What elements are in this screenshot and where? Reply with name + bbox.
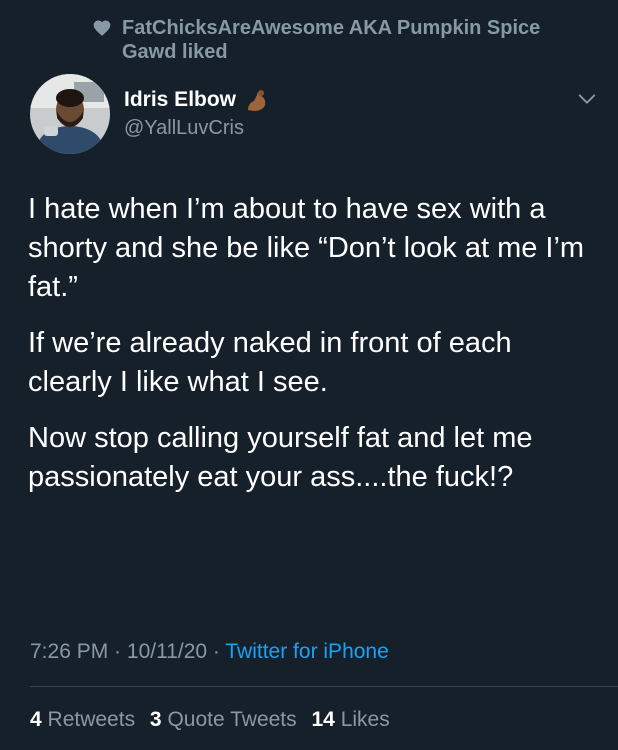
author-handle[interactable]: @YallLuvCris <box>124 116 244 140</box>
flexed-biceps-icon <box>248 90 266 111</box>
retweets-stat[interactable]: 4 Retweets <box>30 708 135 731</box>
meta-separator: · <box>108 640 127 663</box>
likes-count: 14 <box>311 708 335 731</box>
likes-stat[interactable]: 14 Likes <box>312 708 390 731</box>
tweet-meta: 7:26 PM · 10/11/20 · Twitter for iPhone <box>30 639 389 665</box>
retweets-label: Retweets <box>47 708 136 731</box>
retweets-count: 4 <box>30 708 42 731</box>
tweet-author: Idris Elbow @YallLuvCris <box>30 74 600 154</box>
quote-tweets-label: Quote Tweets <box>167 708 297 731</box>
chevron-down-icon[interactable] <box>576 88 598 110</box>
heart-icon <box>93 20 111 36</box>
social-context[interactable]: FatChicksAreAwesome AKA Pumpkin Spice Ga… <box>92 16 592 64</box>
tweet-text: I hate when I’m about to have sex with a… <box>28 190 600 514</box>
meta-separator: · <box>207 640 226 663</box>
author-name[interactable]: Idris Elbow <box>124 86 270 114</box>
tweet-paragraph: Now stop calling yourself fat and let me… <box>28 422 533 493</box>
tweet-paragraph: If we’re already naked in front of each … <box>28 327 512 398</box>
avatar-image <box>30 74 110 154</box>
author-display-name: Idris Elbow <box>124 88 237 111</box>
tweet-stats: 4 Retweets 3 Quote Tweets 14 Likes <box>30 707 399 733</box>
avatar[interactable] <box>30 74 110 154</box>
quote-tweets-count: 3 <box>149 708 162 731</box>
tweet-paragraph: I hate when I’m about to have sex with a… <box>28 193 585 303</box>
tweet-source-link[interactable]: Twitter for iPhone <box>225 640 388 663</box>
quote-tweets-stat[interactable]: 3 Quote Tweets <box>150 708 297 731</box>
social-context-text: FatChicksAreAwesome AKA Pumpkin Spice Ga… <box>122 17 541 63</box>
tweet-date[interactable]: 10/11/20 <box>127 640 207 663</box>
likes-label: Likes <box>340 708 390 731</box>
divider <box>30 686 618 687</box>
tweet-time[interactable]: 7:26 PM <box>30 640 108 663</box>
